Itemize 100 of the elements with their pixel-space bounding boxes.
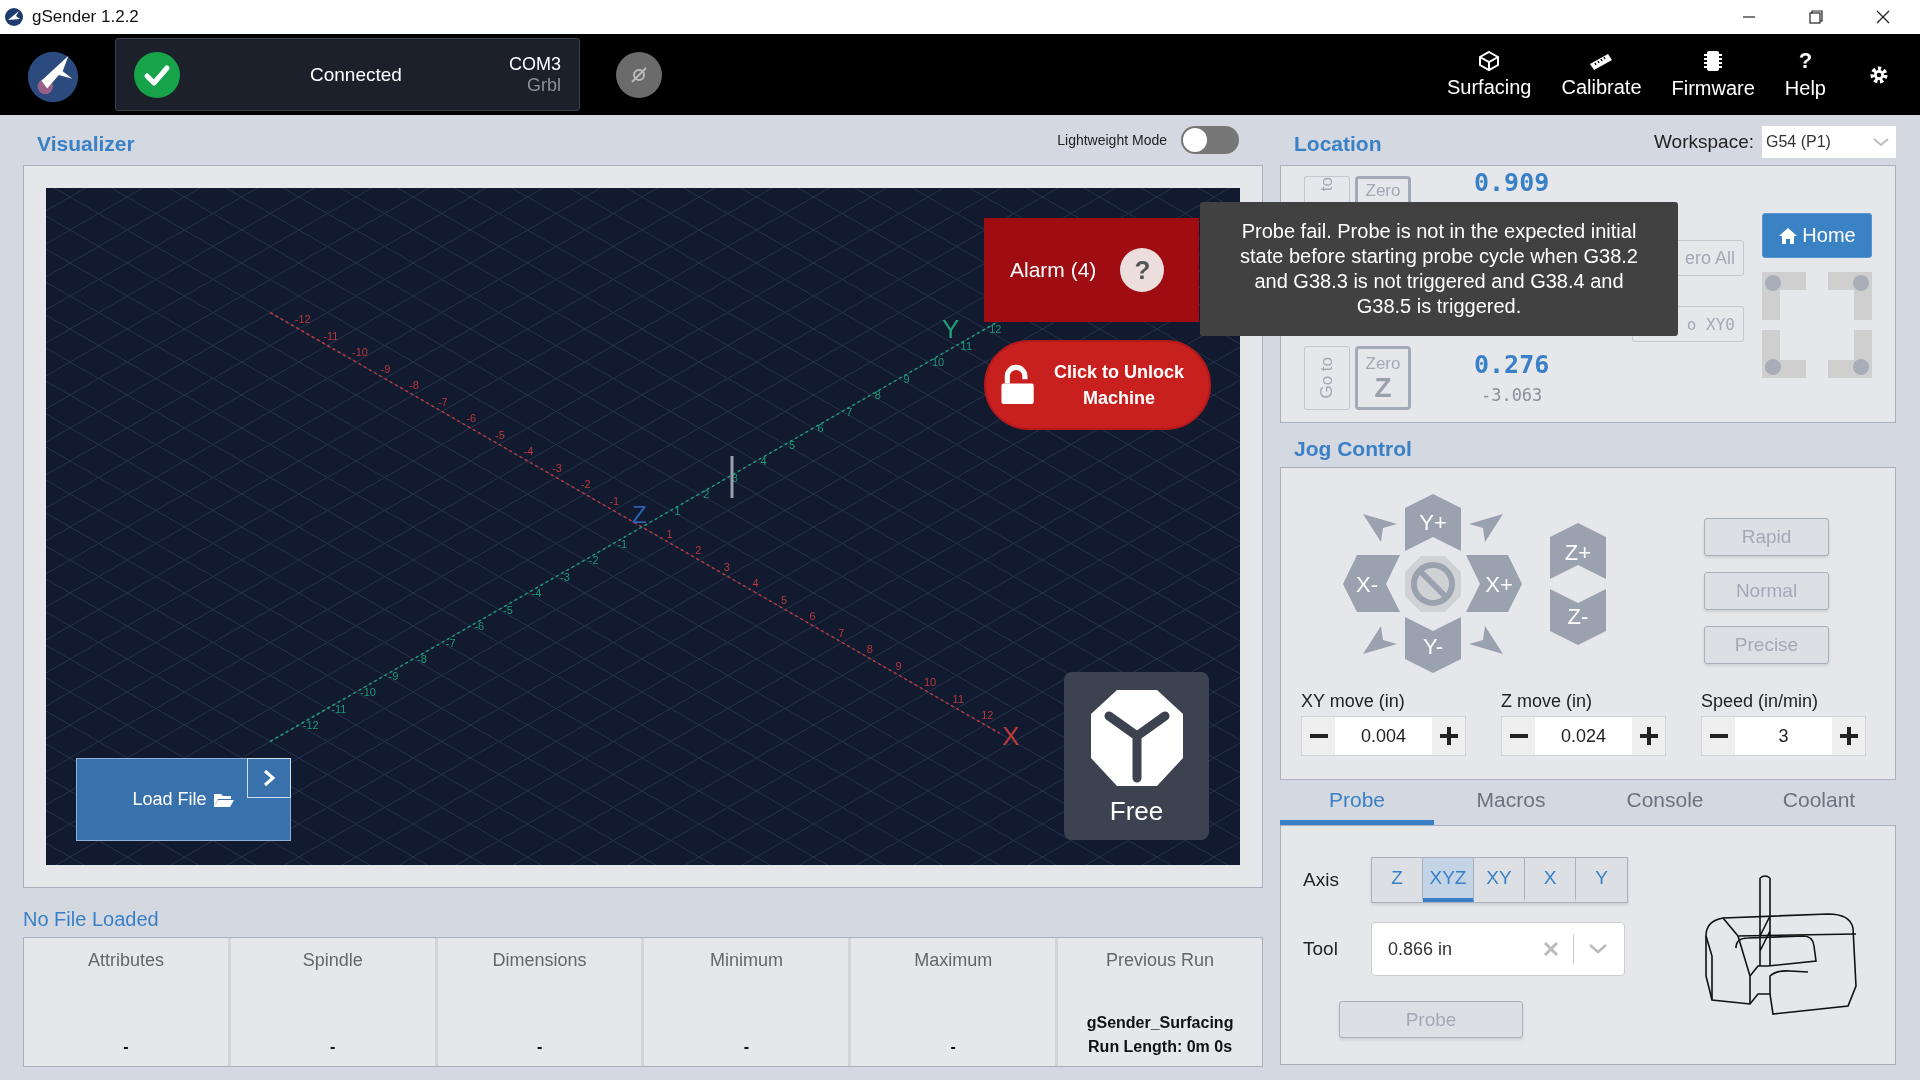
tool-marker bbox=[730, 456, 734, 498]
cell-value: - bbox=[123, 1038, 129, 1056]
cell-value: gSender_Surfacing bbox=[1086, 1014, 1234, 1032]
column-header: Dimensions bbox=[492, 950, 587, 971]
firmware-name: Grbl bbox=[527, 74, 561, 96]
workspace-select[interactable]: G54 (P1) bbox=[1762, 126, 1896, 158]
home-button[interactable]: Home bbox=[1762, 213, 1872, 258]
axis-tick-label: -12 bbox=[294, 313, 311, 325]
stepper-label: Speed (in/min) bbox=[1701, 691, 1820, 712]
axis-tick-label: -11 bbox=[331, 702, 347, 715]
axis-tick-label: -4 bbox=[523, 445, 534, 457]
jog-button[interactable]: X- bbox=[1343, 555, 1400, 612]
jog-button[interactable]: Y- bbox=[1405, 617, 1461, 673]
axis-tick-label: 7 bbox=[838, 626, 845, 639]
axis-tick-label: -9 bbox=[388, 669, 399, 682]
nav-button[interactable]: Calibrate bbox=[1561, 50, 1642, 99]
nav-button[interactable]: Firmware bbox=[1671, 49, 1755, 100]
column-header: Attributes bbox=[87, 950, 164, 971]
load-file-button[interactable]: Load File bbox=[76, 758, 291, 841]
nav-button[interactable]: ? Help bbox=[1784, 49, 1826, 100]
nav-button[interactable]: Surfacing bbox=[1446, 50, 1532, 99]
axis-option[interactable]: X bbox=[1525, 858, 1576, 902]
tab[interactable]: Console bbox=[1588, 780, 1742, 825]
cell-value: Run Length: 0m 0s bbox=[1088, 1038, 1233, 1056]
axis-tick-label: -1 bbox=[609, 494, 620, 507]
column-header: Minimum bbox=[709, 950, 783, 971]
go-to-button[interactable]: Go to bbox=[1304, 346, 1350, 410]
column-header: Spindle bbox=[302, 950, 363, 971]
axis-tick-label: -1 bbox=[617, 537, 628, 550]
jog-button[interactable]: X+ bbox=[1466, 555, 1522, 612]
section-title: Location bbox=[1294, 132, 1382, 156]
alarm-label: Alarm (4) bbox=[1010, 258, 1097, 282]
section-title: Visualizer bbox=[37, 132, 135, 156]
axis-tick-label: 9 bbox=[895, 659, 902, 672]
camera-view-button[interactable]: Free bbox=[1064, 672, 1209, 840]
jog-button[interactable]: Z+ bbox=[1550, 523, 1606, 579]
tool-select[interactable]: 0.866 in bbox=[1371, 922, 1625, 976]
close-icon[interactable] bbox=[1876, 10, 1890, 24]
column-header: Previous Run bbox=[1106, 950, 1215, 971]
help-button[interactable]: ? bbox=[1120, 248, 1165, 292]
axis-tick-label: 2 bbox=[703, 488, 710, 500]
unlock-button[interactable]: Click to Unlock Machine bbox=[984, 340, 1211, 430]
cell-value: - bbox=[950, 1038, 956, 1056]
stepper-label: Z move (in) bbox=[1501, 691, 1593, 712]
folder-icon bbox=[212, 791, 235, 808]
axis-tick-label: 4 bbox=[752, 577, 759, 589]
expand-button[interactable] bbox=[247, 758, 291, 798]
connection-status: Connected bbox=[310, 63, 402, 86]
jog-button[interactable]: Z- bbox=[1550, 589, 1606, 645]
axis-option[interactable]: Z bbox=[1372, 858, 1423, 902]
axis-tick-label: -4 bbox=[531, 587, 542, 599]
section-title: Jog Control bbox=[1294, 437, 1412, 461]
axis-tick-label: 11 bbox=[952, 692, 964, 705]
chevron-down-icon bbox=[1588, 943, 1608, 955]
chevron-right-icon bbox=[262, 769, 276, 787]
tab[interactable]: Coolant bbox=[1742, 780, 1896, 825]
axis-label: X bbox=[1002, 720, 1020, 751]
axis-label: Axis bbox=[1303, 869, 1340, 891]
zero-button[interactable]: Zero Z bbox=[1355, 346, 1411, 410]
go-to-button[interactable]: to bbox=[1304, 176, 1350, 203]
axis-option[interactable]: XY bbox=[1474, 858, 1525, 902]
axis-tick-label: -7 bbox=[445, 636, 456, 649]
satellite-button[interactable] bbox=[616, 51, 662, 98]
axis-tick-label: -11 bbox=[323, 329, 339, 342]
axis-option[interactable]: Y bbox=[1576, 858, 1627, 902]
axis-tick-label: -2 bbox=[588, 554, 599, 566]
jog-button[interactable]: Y+ bbox=[1405, 494, 1461, 551]
axis-tick-label: -5 bbox=[503, 603, 513, 616]
axis-tick-label: 9 bbox=[903, 372, 910, 385]
axis-tick-label: 10 bbox=[932, 356, 945, 368]
axis-tick-label: 3 bbox=[723, 560, 730, 573]
axis-tick-label: 6 bbox=[817, 422, 824, 434]
stepper-label: XY move (in) bbox=[1301, 691, 1406, 712]
axis-tick-label: -8 bbox=[417, 653, 427, 665]
axis-tick-label: -5 bbox=[495, 428, 505, 441]
position-value: 0.909 bbox=[1474, 169, 1550, 199]
zero-button[interactable]: Zero bbox=[1355, 176, 1411, 203]
axis-tick-label: 1 bbox=[666, 527, 673, 540]
column-header: Maximum bbox=[914, 950, 993, 971]
position-value: 0.276 bbox=[1474, 350, 1550, 379]
machine-position: -3.063 bbox=[1480, 385, 1543, 405]
lightweight-toggle[interactable] bbox=[1181, 126, 1239, 154]
axis-tick-label: -12 bbox=[302, 719, 319, 731]
axis-tick-label: -7 bbox=[437, 395, 448, 408]
axis-tick-label: -3 bbox=[560, 570, 570, 583]
axis-tick-label: 6 bbox=[809, 610, 816, 622]
axis-tick-label: 12 bbox=[981, 709, 994, 721]
axis-option[interactable]: XYZ bbox=[1423, 858, 1474, 902]
axis-tick-label: 5 bbox=[781, 593, 788, 606]
axis-tick-label: -3 bbox=[552, 461, 562, 474]
cell-value: - bbox=[743, 1038, 750, 1056]
axis-tick-label: 11 bbox=[960, 339, 972, 352]
file-status: No File Loaded bbox=[23, 908, 159, 931]
axis-tick-label: -2 bbox=[580, 478, 591, 490]
axis-tick-label: 10 bbox=[924, 676, 937, 688]
chip-icon bbox=[1702, 49, 1725, 73]
axis-tick-label: 12 bbox=[989, 323, 1002, 335]
restore-icon[interactable] bbox=[1809, 10, 1823, 24]
tab[interactable]: Macros bbox=[1434, 780, 1588, 825]
axis-tick-label: -9 bbox=[380, 362, 391, 375]
